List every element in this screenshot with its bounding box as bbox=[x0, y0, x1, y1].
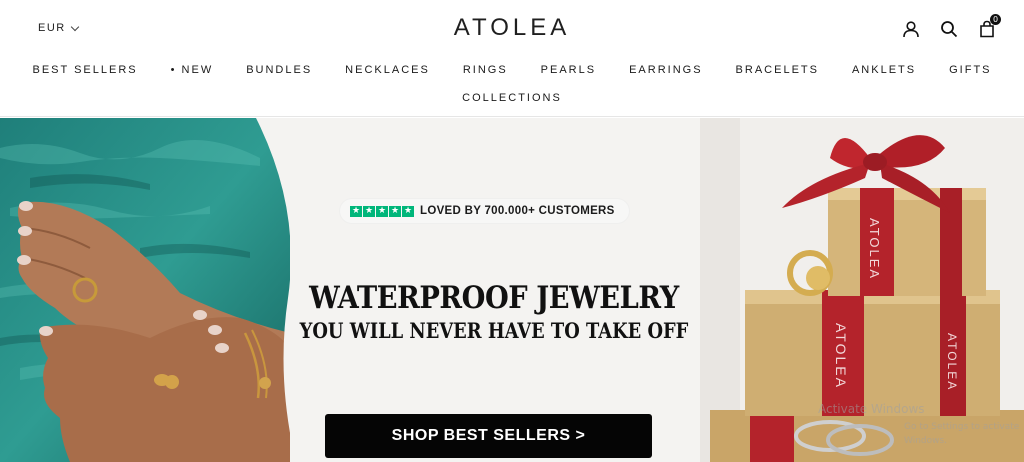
ribbon-text-middle-side: ATOLEA bbox=[945, 333, 959, 391]
search-icon[interactable] bbox=[938, 18, 960, 40]
main-nav-row-2: COLLECTIONS bbox=[0, 88, 1024, 106]
site-logo[interactable]: ATOLEA bbox=[0, 14, 1024, 42]
windows-activation-watermark: Activate Windows Go to Settings to activ… bbox=[818, 402, 1024, 448]
watermark-line-2: Go to Settings to activate Windows. bbox=[904, 422, 1020, 446]
nav-item-pearls[interactable]: PEARLS bbox=[524, 64, 612, 76]
nav-item-necklaces[interactable]: NECKLACES bbox=[329, 64, 447, 76]
hero-banner[interactable]: ATOLEA ATOLEA ATOLEA ★ ★ ★ ★ ★ LOVED BY … bbox=[0, 118, 1024, 462]
nav-item-gifts[interactable]: GIFTS bbox=[933, 64, 1008, 76]
nav-item-rings[interactable]: RINGS bbox=[446, 64, 524, 76]
site-header: EUR ATOLEA 0 BEST SELLERS • NEW BUNDLES … bbox=[0, 0, 1024, 117]
star-icon: ★ bbox=[389, 205, 401, 217]
shop-best-sellers-button[interactable]: SHOP BEST SELLERS > bbox=[325, 414, 652, 458]
trustpilot-badge: ★ ★ ★ ★ ★ LOVED BY 700.000+ CUSTOMERS bbox=[340, 199, 629, 223]
hero-image-hands-water bbox=[0, 118, 290, 462]
hero-subline: YOU WILL NEVER HAVE TO TAKE OFF bbox=[299, 318, 689, 343]
nav-item-bundles[interactable]: BUNDLES bbox=[230, 64, 329, 76]
rating-stars: ★ ★ ★ ★ ★ bbox=[350, 205, 414, 217]
ribbon-text-top: ATOLEA bbox=[867, 218, 882, 280]
badge-text: LOVED BY 700.000+ CUSTOMERS bbox=[420, 205, 615, 217]
cart-icon[interactable]: 0 bbox=[976, 14, 1001, 40]
star-icon: ★ bbox=[376, 205, 388, 217]
nav-item-anklets[interactable]: ANKLETS bbox=[835, 64, 932, 76]
nav-item-bracelets[interactable]: BRACELETS bbox=[719, 64, 835, 76]
nav-item-earrings[interactable]: EARRINGS bbox=[613, 64, 719, 76]
main-nav: BEST SELLERS • NEW BUNDLES NECKLACES RIN… bbox=[0, 64, 1024, 76]
star-icon: ★ bbox=[402, 205, 414, 217]
nav-item-best-sellers[interactable]: BEST SELLERS bbox=[16, 64, 154, 76]
star-icon: ★ bbox=[363, 205, 375, 217]
cart-count-badge: 0 bbox=[990, 14, 1001, 25]
nav-item-new[interactable]: • NEW bbox=[154, 64, 230, 76]
hero-headline: WATERPROOF JEWELRY bbox=[309, 280, 679, 316]
watermark-line-1: Activate Windows bbox=[818, 402, 925, 416]
header-icons: 0 bbox=[900, 14, 1001, 40]
ribbon-text-middle: ATOLEA bbox=[833, 323, 849, 389]
nav-item-collections[interactable]: COLLECTIONS bbox=[446, 92, 579, 104]
account-icon[interactable] bbox=[900, 18, 922, 40]
star-icon: ★ bbox=[350, 205, 362, 217]
